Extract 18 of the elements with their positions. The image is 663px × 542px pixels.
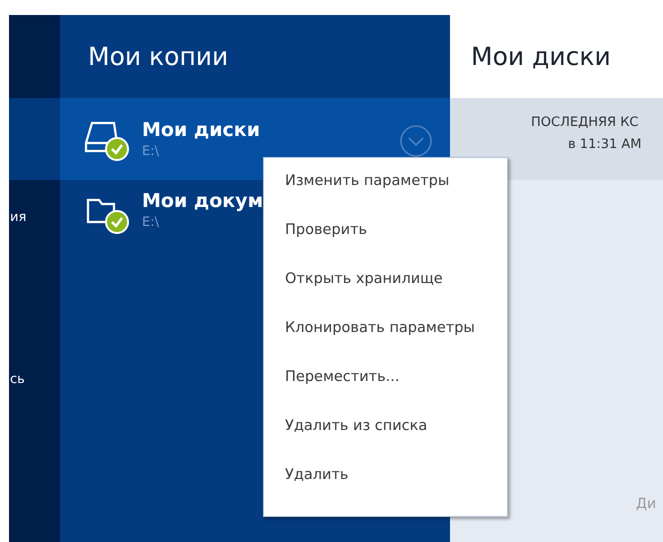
panel-title: Мои копии bbox=[88, 42, 228, 71]
details-title: Мои диски bbox=[471, 42, 611, 71]
chevron-down-icon[interactable] bbox=[399, 124, 433, 158]
status-label: ПОСЛЕДНЯЯ КС bbox=[531, 115, 639, 130]
menu-item[interactable]: Переместить... bbox=[264, 369, 507, 418]
menu-item[interactable]: Удалить bbox=[264, 467, 507, 516]
menu-item[interactable]: Удалить из списка bbox=[264, 418, 507, 467]
sidebar-item[interactable]: сь bbox=[9, 372, 25, 387]
menu-item[interactable]: Клонировать параметры bbox=[264, 320, 507, 369]
sidebar-item[interactable]: ия bbox=[9, 210, 26, 225]
footer-text: Ди bbox=[636, 496, 656, 512]
backup-path: E:\ bbox=[142, 144, 160, 159]
menu-item[interactable]: Открыть хранилище bbox=[264, 271, 507, 320]
menu-item[interactable]: Проверить bbox=[264, 222, 507, 271]
backup-path: E:\ bbox=[142, 215, 160, 230]
backup-name: Мои диски bbox=[142, 119, 260, 141]
backup-name: Мои докум bbox=[142, 190, 264, 212]
status-time: в 11:31 AM bbox=[568, 137, 642, 152]
